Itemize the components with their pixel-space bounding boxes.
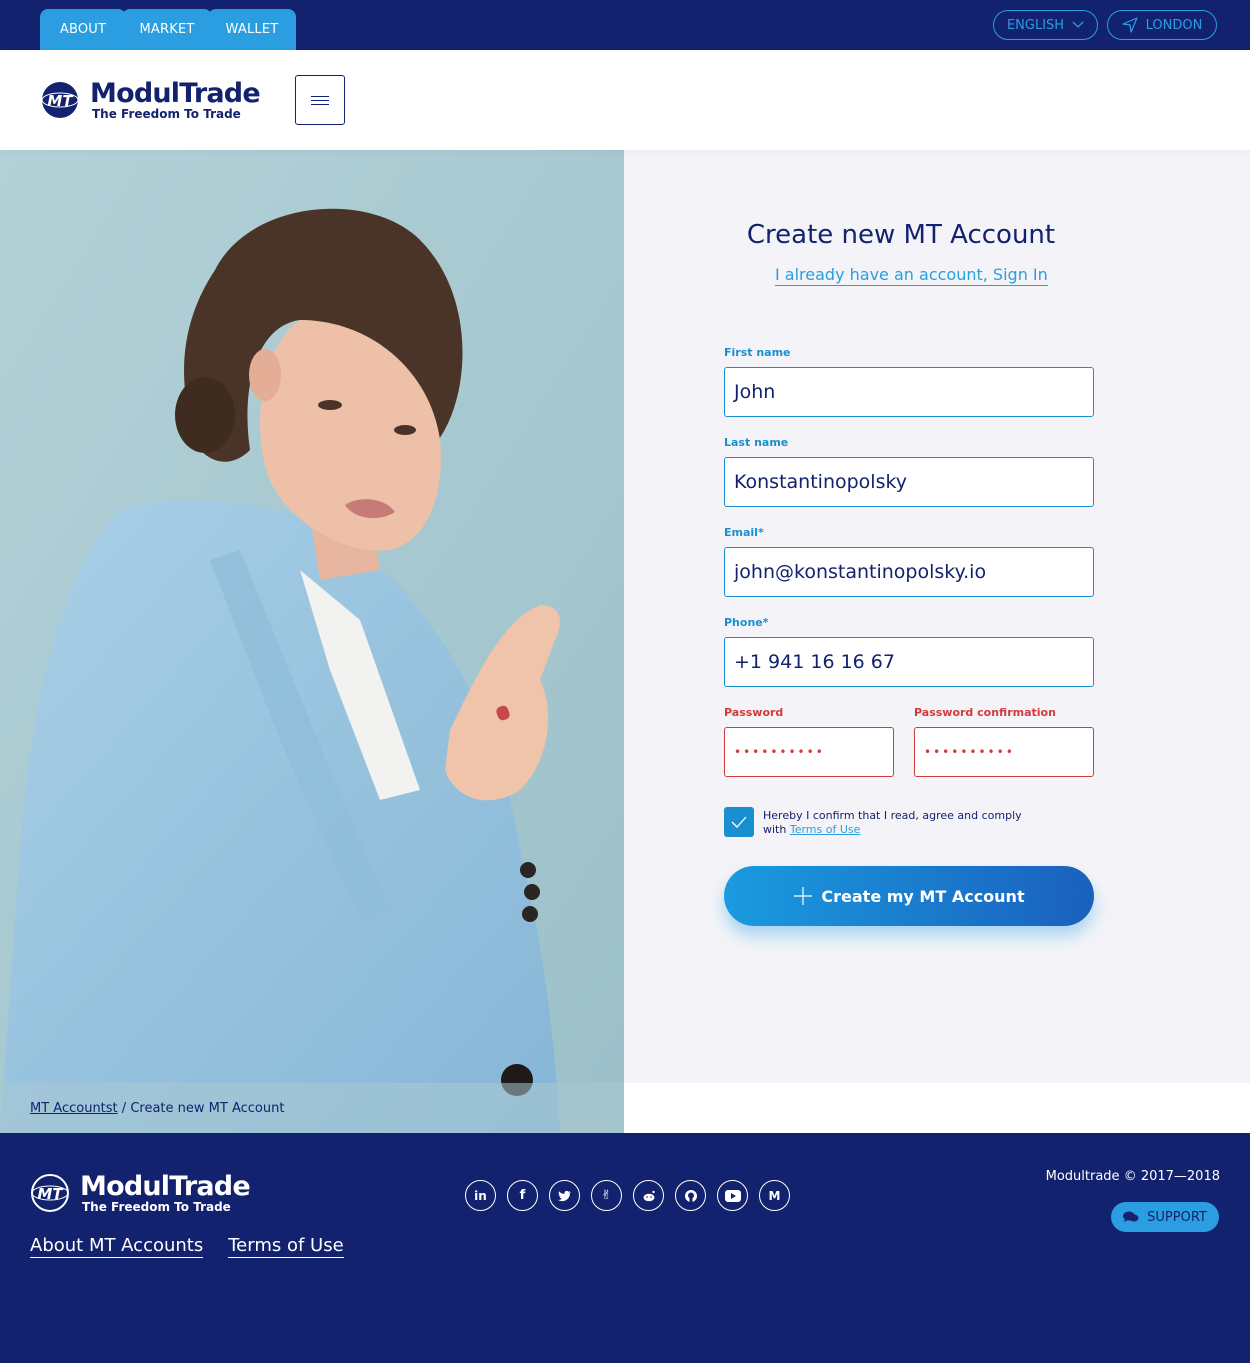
terms-consent-text: Hereby I confirm that I read, agree and … xyxy=(763,809,1023,837)
chevron-down-icon xyxy=(1072,21,1084,28)
password-confirmation-field[interactable]: •••••••••• xyxy=(914,727,1094,777)
breadcrumb-current: Create new MT Account xyxy=(130,1101,285,1116)
hamburger-line xyxy=(311,99,329,101)
support-button[interactable]: SUPPORT xyxy=(1111,1202,1219,1232)
chat-icon xyxy=(1123,1211,1139,1222)
tab-market[interactable]: MARKET xyxy=(122,9,212,50)
plus-icon xyxy=(794,887,813,905)
phone-label: Phone* xyxy=(724,616,769,629)
terms-of-use-link[interactable]: Terms of Use xyxy=(790,823,861,836)
page-title: Create new MT Account xyxy=(746,220,1056,250)
footer-brand-name: ModulTrade xyxy=(80,1171,251,1202)
top-tabs: ABOUT MARKET WALLET xyxy=(40,9,296,50)
brand-name: ModulTrade xyxy=(90,78,261,109)
create-account-button[interactable]: Create my MT Account xyxy=(724,866,1094,926)
tab-about-label: ABOUT xyxy=(59,22,107,37)
location-arrow-icon xyxy=(1122,17,1138,33)
password-field[interactable]: •••••••••• xyxy=(724,727,894,777)
hamburger-line xyxy=(311,95,329,97)
svg-text:MT: MT xyxy=(47,92,74,110)
language-label: ENGLISH xyxy=(1006,17,1065,33)
email-field[interactable]: john@konstantinopolsky.io xyxy=(724,547,1094,597)
tab-market-label: MARKET xyxy=(139,22,195,37)
first-name-label: First name xyxy=(724,346,791,359)
linkedin-icon[interactable]: in xyxy=(465,1180,496,1211)
location-label: LONDON xyxy=(1145,17,1203,33)
breadcrumb-separator: / xyxy=(121,1101,127,1116)
footer-brand-text: ModulTrade The Freedom To Trade xyxy=(80,1171,251,1214)
phone-field[interactable]: +1 941 16 16 67 xyxy=(724,637,1094,687)
brand-text: ModulTrade The Freedom To Trade xyxy=(90,78,261,121)
menu-button[interactable] xyxy=(295,75,345,125)
facebook-icon[interactable]: f xyxy=(507,1180,538,1211)
reddit-icon[interactable] xyxy=(633,1180,664,1211)
language-selector[interactable]: ENGLISH xyxy=(993,10,1098,40)
location-selector[interactable]: LONDON xyxy=(1107,10,1217,40)
checkmark-icon xyxy=(731,816,747,828)
email-label: Email* xyxy=(724,526,764,539)
create-account-label: Create my MT Account xyxy=(821,886,1025,906)
breadcrumb-link-mt-accounts[interactable]: MT Accountst xyxy=(30,1101,118,1116)
footer-brand-tagline: The Freedom To Trade xyxy=(82,1200,231,1214)
copyright-text: Modultrade © 2017—2018 xyxy=(1045,1169,1220,1184)
twitter-icon[interactable] xyxy=(549,1180,580,1211)
globe-logo-icon: MT xyxy=(41,82,79,118)
tab-about[interactable]: ABOUT xyxy=(40,9,126,50)
svg-text:MT: MT xyxy=(37,1185,64,1203)
angellist-icon[interactable]: ✌ xyxy=(591,1180,622,1211)
signup-panel xyxy=(624,150,1250,1083)
youtube-icon[interactable] xyxy=(717,1180,748,1211)
brand-logo[interactable]: MT ModulTrade The Freedom To Trade xyxy=(40,78,261,121)
signin-link[interactable]: I already have an account, Sign In xyxy=(775,265,1048,286)
footer-terms-link[interactable]: Terms of Use xyxy=(228,1235,344,1258)
breadcrumb: MT Accountst / Create new MT Account xyxy=(30,1101,284,1116)
support-label: SUPPORT xyxy=(1147,1209,1207,1225)
hamburger-line xyxy=(311,103,329,105)
medium-icon[interactable]: M xyxy=(759,1180,790,1211)
last-name-field[interactable]: Konstantinopolsky xyxy=(724,457,1094,507)
site-footer: MT ModulTrade The Freedom To Trade About… xyxy=(0,1133,1250,1363)
github-icon[interactable] xyxy=(675,1180,706,1211)
top-bar: ABOUT MARKET WALLET ENGLISH LONDON xyxy=(0,0,1250,50)
social-links: in f ✌ M xyxy=(465,1180,790,1211)
footer-links: About MT Accounts Terms of Use xyxy=(30,1235,344,1258)
last-name-label: Last name xyxy=(724,436,789,449)
footer-brand-logo[interactable]: MT ModulTrade The Freedom To Trade xyxy=(30,1171,251,1214)
woman-pointing-illustration xyxy=(0,150,624,1133)
signup-panel-footer xyxy=(624,1083,1250,1133)
hero-photo xyxy=(0,150,624,1133)
brand-tagline: The Freedom To Trade xyxy=(92,107,241,121)
password-confirmation-label: Password confirmation xyxy=(914,706,1056,719)
site-header: MT ModulTrade The Freedom To Trade xyxy=(0,50,1250,150)
first-name-field[interactable]: John xyxy=(724,367,1094,417)
about-mt-accounts-link[interactable]: About MT Accounts xyxy=(30,1235,204,1258)
password-label: Password xyxy=(724,706,784,719)
globe-logo-icon: MT xyxy=(31,1174,69,1212)
terms-checkbox[interactable] xyxy=(724,807,754,837)
tab-wallet[interactable]: WALLET xyxy=(208,9,296,50)
tab-wallet-label: WALLET xyxy=(225,22,279,37)
